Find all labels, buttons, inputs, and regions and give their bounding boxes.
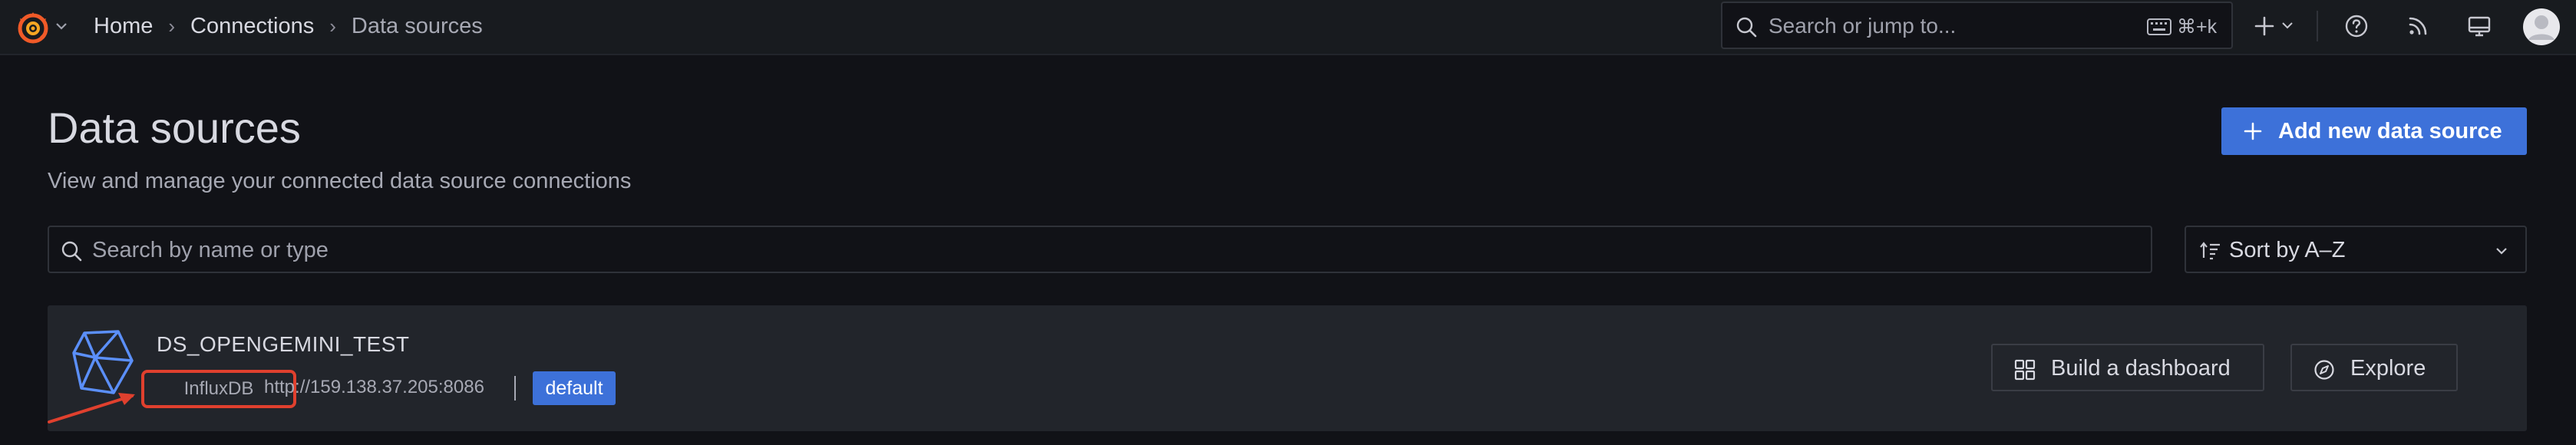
explore-button[interactable]: Explore xyxy=(2290,344,2458,391)
breadcrumb-separator: › xyxy=(329,14,336,38)
datasource-search-input[interactable]: Search by name or type xyxy=(48,226,2152,273)
compass-icon xyxy=(2314,360,2334,380)
grafana-logo-icon[interactable] xyxy=(14,8,52,46)
breadcrumb-current: Data sources xyxy=(351,13,483,38)
page-subtitle: View and manage your connected data sour… xyxy=(48,169,632,193)
breadcrumb-connections[interactable]: Connections xyxy=(190,14,314,39)
chevron-down-icon xyxy=(2496,248,2507,255)
page-title: Data sources xyxy=(48,104,301,152)
news-rss-icon[interactable] xyxy=(2406,14,2430,38)
keyboard-icon xyxy=(2147,18,2171,35)
chevron-down-icon[interactable] xyxy=(2281,20,2294,31)
user-avatar[interactable] xyxy=(2522,8,2561,46)
search-icon xyxy=(1736,17,1757,38)
add-new-data-source-button[interactable]: Add new data source xyxy=(2221,107,2527,155)
search-icon xyxy=(61,241,82,262)
datasource-url: http://159.138.37.205:8086 xyxy=(264,377,484,397)
sort-ascending-icon xyxy=(2200,242,2220,260)
help-icon[interactable] xyxy=(2344,14,2369,38)
breadcrumb: Home › Connections › Data sources xyxy=(94,11,483,41)
top-navigation-bar: Home › Connections › Data sources Search… xyxy=(0,0,2576,55)
plus-icon xyxy=(2244,122,2262,140)
build-dashboard-button[interactable]: Build a dashboard xyxy=(1991,344,2264,391)
search-placeholder: Search or jump to... xyxy=(1769,14,1957,38)
default-badge: default xyxy=(533,371,616,405)
add-new-data-source-label: Add new data source xyxy=(2278,119,2502,143)
search-jump-input[interactable]: Search or jump to... ⌘+k xyxy=(1721,2,2233,49)
datasource-meta-divider xyxy=(514,376,516,400)
search-shortcut: ⌘+k xyxy=(2177,16,2218,38)
breadcrumb-home[interactable]: Home xyxy=(94,14,153,39)
datasource-name-link[interactable]: DS_OPENGEMINI_TEST xyxy=(157,332,410,357)
plus-icon[interactable] xyxy=(2253,15,2276,38)
sort-select[interactable]: Sort by A–Z xyxy=(2185,226,2527,273)
chevron-down-icon[interactable] xyxy=(54,18,69,34)
explore-label: Explore xyxy=(2350,356,2426,381)
breadcrumb-separator: › xyxy=(168,14,176,38)
sort-select-value: Sort by A–Z xyxy=(2229,238,2346,262)
apps-grid-icon xyxy=(2014,359,2036,381)
annotation-arrow-icon xyxy=(48,393,135,424)
build-dashboard-label: Build a dashboard xyxy=(2051,356,2231,381)
search-placeholder: Search by name or type xyxy=(92,238,329,262)
kiosk-monitor-icon[interactable] xyxy=(2467,14,2492,38)
topbar-divider xyxy=(2317,11,2318,41)
